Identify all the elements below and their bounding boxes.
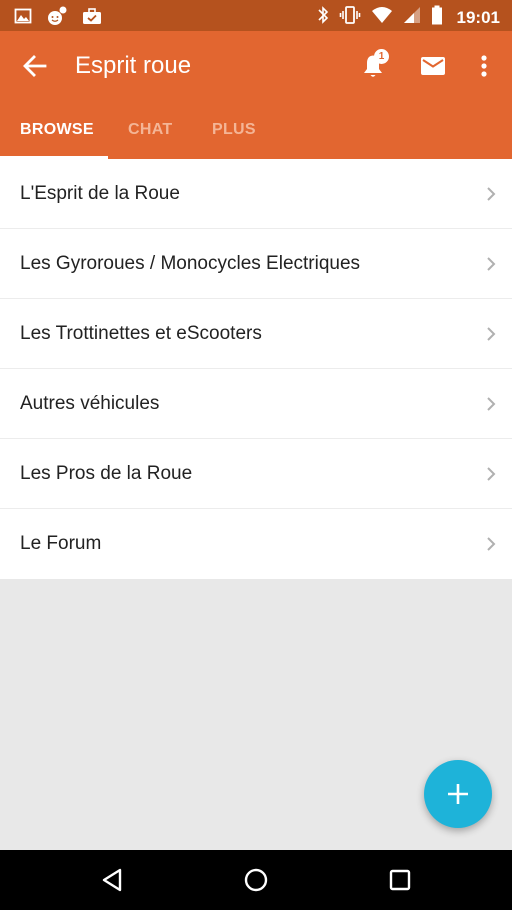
list-item-label: Les Pros de la Roue (20, 463, 193, 484)
tab-chat[interactable]: CHAT (128, 101, 172, 159)
category-list: L'Esprit de la Roue Les Gyroroues / Mono… (0, 159, 512, 579)
nav-recents-button[interactable] (385, 865, 415, 895)
nav-back-button[interactable] (98, 865, 128, 895)
more-options-button[interactable] (472, 51, 496, 81)
tab-bar: BROWSE CHAT PLUS (0, 101, 512, 159)
status-left-icons (14, 6, 102, 31)
list-item[interactable]: Autres véhicules (0, 369, 512, 439)
tab-plus[interactable]: PLUS (212, 101, 256, 159)
notification-badge: 1 (374, 49, 389, 64)
chevron-right-icon (487, 327, 496, 341)
arrow-back-icon (23, 55, 47, 77)
smiley-notification-icon (46, 6, 68, 31)
nav-home-button[interactable] (241, 865, 271, 895)
bluetooth-icon (317, 5, 329, 30)
list-item[interactable]: Les Pros de la Roue (0, 439, 512, 509)
list-item-label: Le Forum (20, 533, 102, 554)
list-item[interactable]: Les Trottinettes et eScooters (0, 299, 512, 369)
plus-icon (448, 784, 468, 804)
chevron-right-icon (487, 467, 496, 481)
list-item[interactable]: L'Esprit de la Roue (0, 159, 512, 229)
back-button[interactable] (20, 51, 50, 81)
chevron-right-icon (487, 397, 496, 411)
status-bar: 19:01 (0, 0, 512, 31)
triangle-back-icon (102, 868, 122, 892)
new-topic-fab[interactable] (424, 760, 492, 828)
image-icon (14, 7, 32, 30)
briefcase-notification-icon (82, 7, 102, 30)
chevron-right-icon (487, 187, 496, 201)
list-item-label: Autres véhicules (20, 393, 160, 414)
list-item-label: L'Esprit de la Roue (20, 183, 180, 204)
page-title: Esprit roue (75, 52, 192, 79)
status-right-icons: 19:01 (317, 5, 500, 30)
wifi-icon (371, 6, 393, 29)
list-item[interactable]: Les Gyroroues / Monocycles Electriques (0, 229, 512, 299)
battery-icon (431, 5, 443, 30)
more-vertical-icon (481, 55, 487, 77)
tab-browse[interactable]: BROWSE (20, 101, 94, 159)
list-item-label: Les Gyroroues / Monocycles Electriques (20, 253, 361, 274)
signal-icon (403, 6, 421, 29)
status-time: 19:01 (456, 7, 500, 27)
mail-icon (421, 57, 445, 75)
list-item[interactable]: Le Forum (0, 509, 512, 579)
messages-button[interactable] (418, 51, 448, 81)
list-item-label: Les Trottinettes et eScooters (20, 323, 262, 344)
circle-home-icon (244, 868, 268, 892)
app-bar: Esprit roue 1 BROWSE CHAT PLUS (0, 31, 512, 159)
chevron-right-icon (487, 537, 496, 551)
system-nav-bar (0, 850, 512, 910)
notifications-button[interactable]: 1 (358, 49, 390, 81)
vibrate-icon (339, 5, 361, 30)
toolbar: Esprit roue 1 (0, 31, 512, 101)
square-recents-icon (389, 869, 411, 891)
chevron-right-icon (487, 257, 496, 271)
